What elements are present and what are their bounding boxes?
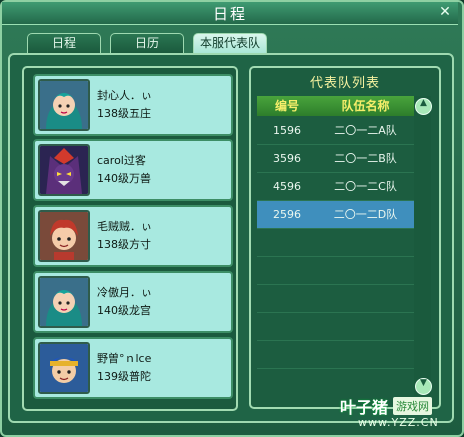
- member-card[interactable]: 野曽°ｎlce 139级普陀: [33, 337, 233, 399]
- watermark-brand: 叶子猪: [340, 398, 389, 417]
- member-card[interactable]: carol过客 140级万兽: [33, 139, 233, 201]
- avatar: [38, 210, 90, 262]
- avatar: [38, 342, 90, 394]
- table-row[interactable]: 4596 二〇一二C队: [257, 173, 414, 201]
- avatar: [38, 144, 90, 196]
- watermark-tag: 游戏网: [393, 397, 432, 415]
- table-row[interactable]: [257, 341, 414, 369]
- member-card[interactable]: 封心人．ぃ 138级五庄: [33, 74, 233, 136]
- member-detail: 140级龙宫: [97, 304, 151, 317]
- scrollbar[interactable]: ▲ ▼: [414, 96, 432, 396]
- member-detail: 138级五庄: [97, 107, 151, 120]
- table-row[interactable]: 1596 二〇一二A队: [257, 117, 414, 145]
- member-detail: 138级方寸: [97, 238, 151, 251]
- member-card[interactable]: 冷傲月．ぃ 140级龙宫: [33, 271, 233, 333]
- member-card[interactable]: 毛贼贼．ぃ 138级方寸: [33, 205, 233, 267]
- close-icon[interactable]: ✕: [438, 5, 452, 19]
- column-header-team-name: 队伍名称: [341, 99, 390, 113]
- team-id: 4596: [273, 180, 301, 193]
- table-row[interactable]: 3596 二〇一二B队: [257, 145, 414, 173]
- member-name: 封心人．ぃ: [97, 89, 152, 102]
- table-header: 编号 队伍名称: [257, 96, 414, 116]
- avatar: [38, 276, 90, 328]
- team-name: 二〇一二C队: [334, 180, 397, 193]
- window-title: 日程: [212, 5, 247, 23]
- table-row[interactable]: [257, 313, 414, 341]
- watermark: 叶子猪 游戏网 www.YZZ.CN: [338, 394, 456, 434]
- table-row[interactable]: [257, 229, 414, 257]
- table-row-selected[interactable]: 2596 二〇一二D队: [257, 201, 414, 229]
- member-detail: 139级普陀: [97, 370, 151, 383]
- scroll-up-icon[interactable]: ▲: [415, 98, 432, 115]
- team-name: 二〇一二B队: [334, 152, 397, 165]
- team-name: 二〇一二D队: [333, 208, 398, 221]
- member-name: 冷傲月．ぃ: [97, 286, 152, 299]
- team-list-title: 代表队列表: [309, 76, 380, 91]
- watermark-url: www.YZZ.CN: [358, 416, 439, 429]
- tab-schedule[interactable]: 日程: [27, 33, 101, 53]
- member-detail: 140级万兽: [97, 172, 151, 185]
- member-name: 野曽°ｎlce: [97, 352, 152, 365]
- member-name: 毛贼贼．ぃ: [97, 220, 152, 233]
- team-id: 3596: [273, 152, 301, 165]
- tab-server-team[interactable]: 本服代表队: [193, 33, 267, 54]
- team-id: 2596: [273, 208, 301, 221]
- table-row[interactable]: [257, 285, 414, 313]
- member-name: carol过客: [97, 154, 146, 167]
- scroll-down-icon[interactable]: ▼: [415, 378, 432, 395]
- team-id: 1596: [273, 124, 301, 137]
- title-bar: 日程 ✕: [2, 2, 458, 25]
- team-name: 二〇一二A队: [334, 124, 397, 137]
- column-header-id: 编号: [274, 99, 299, 113]
- avatar: [38, 79, 90, 131]
- table-row[interactable]: [257, 257, 414, 285]
- tab-calendar[interactable]: 日历: [110, 33, 184, 53]
